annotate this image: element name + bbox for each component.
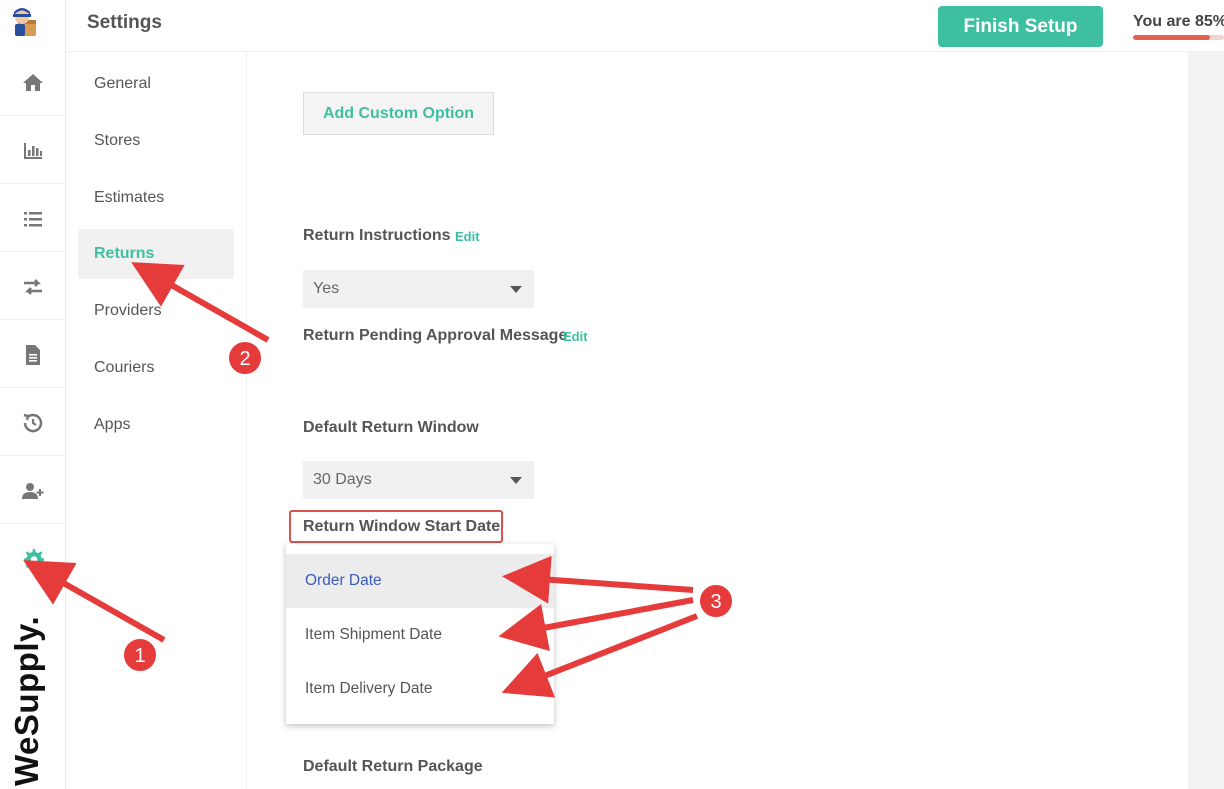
setup-progress-bar xyxy=(1133,35,1224,40)
default-return-window-value: 30 Days xyxy=(313,471,372,488)
top-bar: Settings Finish Setup You are 85% xyxy=(66,0,1224,52)
settings-nav-couriers[interactable]: Couriers xyxy=(78,343,234,393)
nav-documents[interactable] xyxy=(0,322,66,388)
settings-nav-estimates[interactable]: Estimates xyxy=(78,173,234,223)
nav-analytics[interactable] xyxy=(0,118,66,184)
icon-rail: WeSupply. xyxy=(0,0,66,789)
add-user-icon xyxy=(22,482,44,499)
home-icon xyxy=(23,73,43,91)
pending-approval-message-label: Return Pending Approval Message xyxy=(303,327,568,344)
pending-approval-edit-link[interactable]: Edit xyxy=(563,329,588,344)
nav-history[interactable] xyxy=(0,390,66,456)
list-icon xyxy=(24,211,42,226)
transfer-icon xyxy=(24,278,42,295)
brand-wordmark: WeSupply. xyxy=(8,615,45,786)
settings-gear-icon xyxy=(24,549,44,570)
history-icon xyxy=(23,413,43,432)
finish-setup-button[interactable]: Finish Setup xyxy=(938,6,1103,47)
nav-add-user[interactable] xyxy=(0,458,66,524)
return-instructions-select[interactable]: Yes xyxy=(303,270,534,308)
settings-nav-providers[interactable]: Providers xyxy=(78,286,234,336)
settings-nav-returns[interactable]: Returns xyxy=(78,229,234,279)
start-date-dropdown[interactable]: Order Date Item Shipment Date Item Deliv… xyxy=(286,544,554,724)
returns-settings-panel: Add Custom Option Return Instructions Ed… xyxy=(247,52,1188,789)
chevron-down-icon xyxy=(510,286,522,293)
return-instructions-label: Return Instructions xyxy=(303,227,451,244)
settings-nav-apps[interactable]: Apps xyxy=(78,400,234,450)
setup-progress-text: You are 85% xyxy=(1133,13,1224,30)
default-return-package-label: Default Return Package xyxy=(303,758,483,775)
nav-home[interactable] xyxy=(0,50,66,116)
dropdown-option-item-shipment-date[interactable]: Item Shipment Date xyxy=(286,608,554,662)
nav-orders[interactable] xyxy=(0,186,66,252)
nav-settings[interactable] xyxy=(0,526,66,592)
document-icon xyxy=(26,344,40,365)
return-window-start-date-label: Return Window Start Date xyxy=(303,518,501,535)
default-return-window-select[interactable]: 30 Days xyxy=(303,461,534,499)
return-instructions-edit-link[interactable]: Edit xyxy=(455,229,480,244)
return-instructions-value: Yes xyxy=(313,280,340,297)
settings-nav-general[interactable]: General xyxy=(78,59,234,109)
right-scroll-area xyxy=(1188,52,1224,789)
analytics-icon xyxy=(24,142,42,159)
page-title: Settings xyxy=(87,12,162,33)
chevron-down-icon xyxy=(510,477,522,484)
default-return-window-label: Default Return Window xyxy=(303,419,479,436)
nav-transfers[interactable] xyxy=(0,254,66,320)
dropdown-option-item-delivery-date[interactable]: Item Delivery Date xyxy=(286,662,554,716)
settings-nav: General Stores Estimates Returns Provide… xyxy=(66,52,247,789)
settings-nav-stores[interactable]: Stores xyxy=(78,116,234,166)
setup-progress-fill xyxy=(1133,35,1211,40)
add-custom-option-button[interactable]: Add Custom Option xyxy=(303,92,494,135)
dropdown-option-order-date[interactable]: Order Date xyxy=(286,554,554,608)
app-logo-icon[interactable] xyxy=(10,6,40,40)
